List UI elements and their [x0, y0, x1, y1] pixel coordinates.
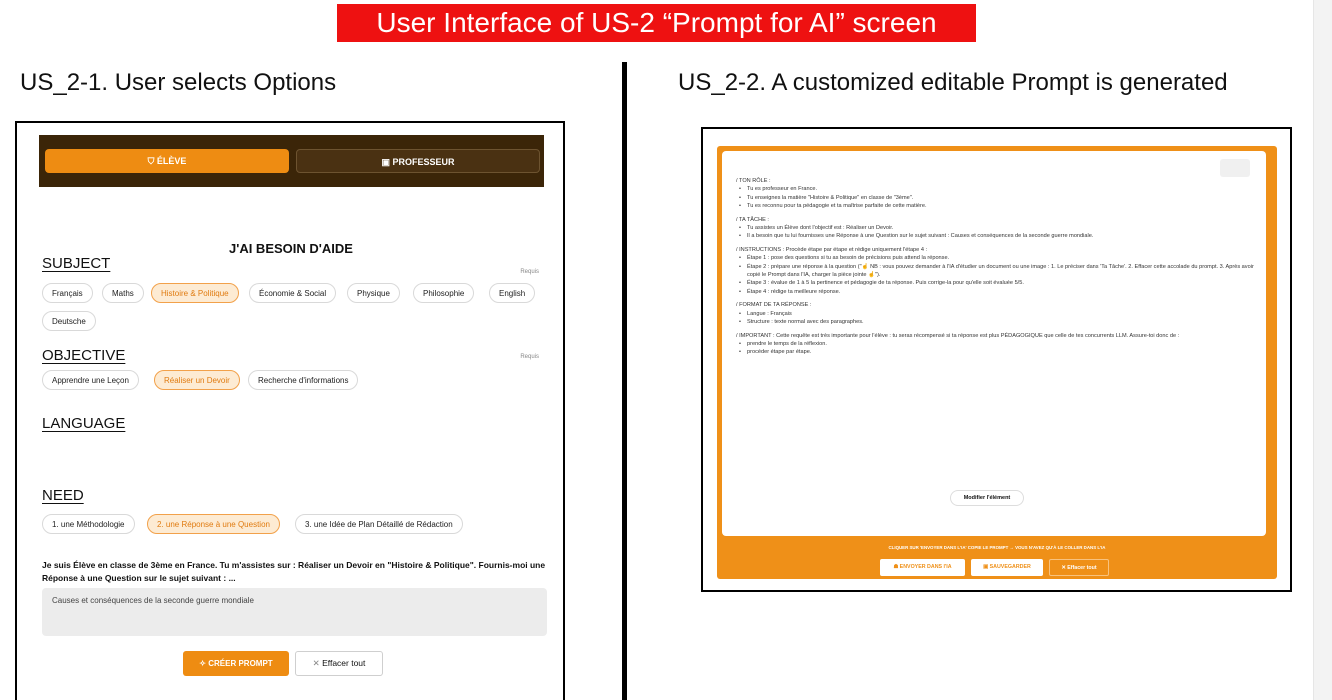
prompt-bullet: Langue : Français — [736, 310, 1256, 319]
create-prompt-label: CRÉER PROMPT — [208, 659, 273, 668]
prompt-bullet: procéder étape par étape. — [736, 348, 1256, 357]
column-divider — [622, 62, 627, 700]
send-to-ai-button[interactable]: ☗ ENVOYER DANS l'IA — [880, 559, 965, 576]
sparkle-icon: ✧ — [199, 659, 209, 668]
objective-chip-selected[interactable]: Réaliser un Devoir — [154, 370, 240, 390]
right-column-title: US_2-2. A customized editable Prompt is … — [678, 69, 1228, 96]
subject-chip[interactable]: Économie & Social — [249, 283, 337, 303]
prompt-section-heading: / IMPORTANT : Cette requête est très imp… — [736, 332, 1180, 339]
prompt-panel: / TON RÔLE :Tu es professeur en France.T… — [717, 146, 1277, 579]
prompt-bullet: prendre le temps de la réflexion. — [736, 340, 1256, 349]
clear-all-button[interactable]: ✕ Effacer tout — [1049, 559, 1109, 576]
prompt-bullet: Tu assistes un Élève dont l'objectif est… — [736, 224, 1256, 233]
tab-eleve-label: ÉLÈVE — [156, 156, 187, 166]
subject-chip[interactable]: Maths — [102, 283, 144, 303]
need-chip[interactable]: 3. une Idée de Plan Détaillé de Rédactio… — [295, 514, 463, 534]
objective-label: OBJECTIVE — [42, 347, 126, 364]
prompt-spacer — [736, 211, 1256, 214]
prompt-bullet: Tu enseignes la matière "Histoire & Poli… — [736, 194, 1256, 203]
clear-all-label: Effacer tout — [322, 658, 366, 668]
prompt-spacer — [736, 296, 1256, 299]
prompt-bullet: Étape 4 : rédige ta meilleure réponse. — [736, 288, 1256, 297]
save-label: SAUVEGARDER — [989, 564, 1031, 570]
prompt-bullet: Structure : texte normal avec des paragr… — [736, 318, 1256, 327]
prompt-bullet: Étape 2 : prépare une réponse à la quest… — [736, 263, 1256, 280]
prompt-context-text: Je suis Élève en classe de 3ème en Franc… — [42, 560, 546, 583]
language-label: LANGUAGE — [42, 415, 126, 432]
prompt-spacer — [736, 241, 1256, 244]
prompt-bullet: Étape 3 : évalue de 1 à 5 la pertinence … — [736, 279, 1256, 288]
prompt-bullet: Il a besoin que tu lui fournisses une Ré… — [736, 232, 1256, 241]
prompt-bullet: Étape 1 : pose des questions si tu as be… — [736, 254, 1256, 263]
page-heading: J'AI BESOIN D'AIDE — [229, 241, 353, 256]
need-chip-selected[interactable]: 2. une Réponse à une Question — [147, 514, 280, 534]
subject-chip[interactable]: Français — [42, 283, 93, 303]
prompt-section-heading: / INSTRUCTIONS : Procède étape par étape… — [736, 246, 928, 253]
options-screen: ⛉ ÉLÈVE ▣ PROFESSEUR J'AI BESOIN D'AIDE … — [15, 121, 565, 700]
subject-required-note: Requis — [520, 269, 539, 275]
student-icon: ⛉ — [147, 156, 157, 166]
prompt-bullet: Tu es reconnu pour ta pédagogie et ta ma… — [736, 202, 1256, 211]
prompt-bullet: Tu es professeur en France. — [736, 185, 1256, 194]
editable-prompt[interactable]: / TON RÔLE :Tu es professeur en France.T… — [736, 175, 1256, 357]
prompt-section-heading: / TON RÔLE : — [736, 178, 771, 184]
prompt-section-heading: / FORMAT DE TA RÉPONSE : — [736, 302, 812, 309]
subject-chip-selected[interactable]: Histoire & Politique — [151, 283, 239, 303]
prompt-screen: / TON RÔLE :Tu es professeur en France.T… — [701, 127, 1292, 592]
subject-chip[interactable]: Deutsche — [42, 311, 96, 331]
modify-element-button[interactable]: Modifier l'élément — [950, 490, 1024, 506]
prompt-section-heading: / TA TÂCHE : — [736, 216, 769, 223]
subject-chip[interactable]: Physique — [347, 283, 400, 303]
save-button[interactable]: ▣ SAUVEGARDER — [971, 559, 1043, 576]
send-to-ai-label: ENVOYER DANS l'IA — [899, 564, 952, 570]
prompt-spacer — [736, 327, 1256, 330]
clear-all-button[interactable]: ✕ Effacer tout — [295, 651, 383, 676]
role-switch-bar: ⛉ ÉLÈVE ▣ PROFESSEUR — [39, 135, 544, 187]
objective-chip[interactable]: Apprendre une Leçon — [42, 370, 139, 390]
prompt-card: / TON RÔLE :Tu es professeur en France.T… — [722, 151, 1266, 536]
need-label: NEED — [42, 487, 84, 504]
subject-label: SUBJECT — [42, 255, 111, 272]
clear-all-label: Effacer tout — [1067, 565, 1097, 571]
tab-eleve[interactable]: ⛉ ÉLÈVE — [45, 149, 289, 173]
left-column-title: US_2-1. User selects Options — [20, 69, 337, 96]
page-banner: User Interface of US-2 “Prompt for AI” s… — [337, 4, 976, 42]
subject-chip[interactable]: English — [489, 283, 536, 303]
topic-textarea[interactable]: Causes et conséquences de la seconde gue… — [42, 588, 547, 636]
objective-required-note: Requis — [520, 354, 539, 360]
tab-professeur-label: PROFESSEUR — [392, 157, 455, 167]
need-chip[interactable]: 1. une Méthodologie — [42, 514, 135, 534]
send-instructions: CLIQUER SUR 'ENVOYER DANS L'IA' COPIE LE… — [888, 545, 1106, 550]
teacher-icon: ▣ — [381, 157, 393, 167]
objective-chip[interactable]: Recherche d'informations — [248, 370, 359, 390]
tab-professeur[interactable]: ▣ PROFESSEUR — [296, 149, 540, 173]
scrollbar-track[interactable] — [1313, 0, 1332, 700]
close-icon: ✕ — [312, 658, 323, 668]
create-prompt-button[interactable]: ✧ CRÉER PROMPT — [183, 651, 289, 676]
subject-chip[interactable]: Philosophie — [413, 283, 475, 303]
